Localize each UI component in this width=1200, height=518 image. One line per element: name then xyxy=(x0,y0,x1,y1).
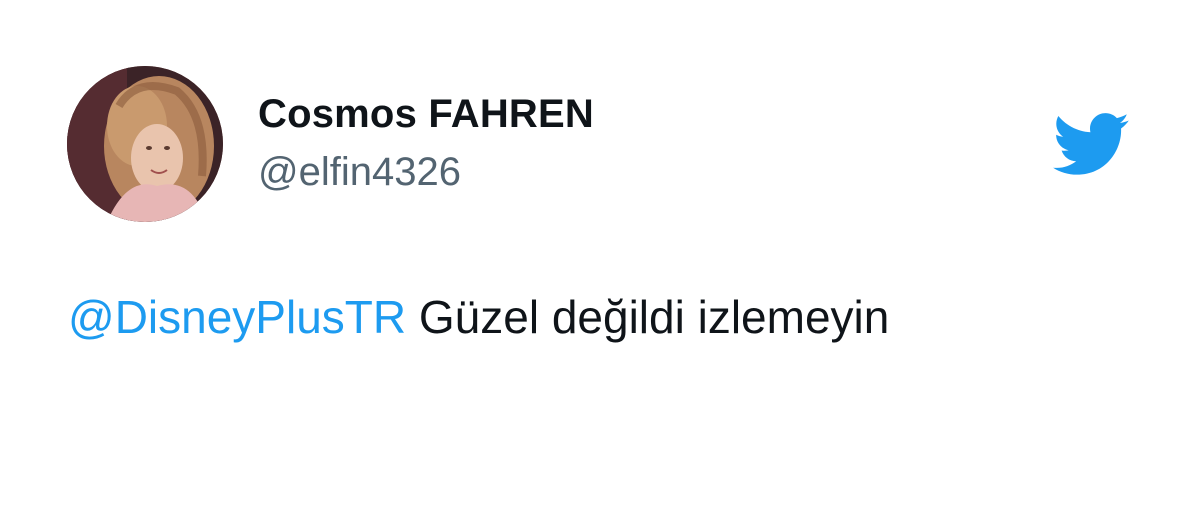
twitter-bird-icon[interactable] xyxy=(1044,104,1136,184)
author-display-name[interactable]: Cosmos FAHREN xyxy=(258,92,594,137)
tweet-text: @DisneyPlusTR Güzel değildi izlemeyin xyxy=(68,290,889,344)
tweet-card: Cosmos FAHREN @elfin4326 @DisneyPlusTR G… xyxy=(0,0,1200,518)
mention-link[interactable]: @DisneyPlusTR xyxy=(68,291,406,343)
author-handle[interactable]: @elfin4326 xyxy=(258,150,461,195)
avatar-photo xyxy=(67,66,223,222)
avatar[interactable] xyxy=(67,66,223,222)
tweet-body: Güzel değildi izlemeyin xyxy=(406,291,890,343)
